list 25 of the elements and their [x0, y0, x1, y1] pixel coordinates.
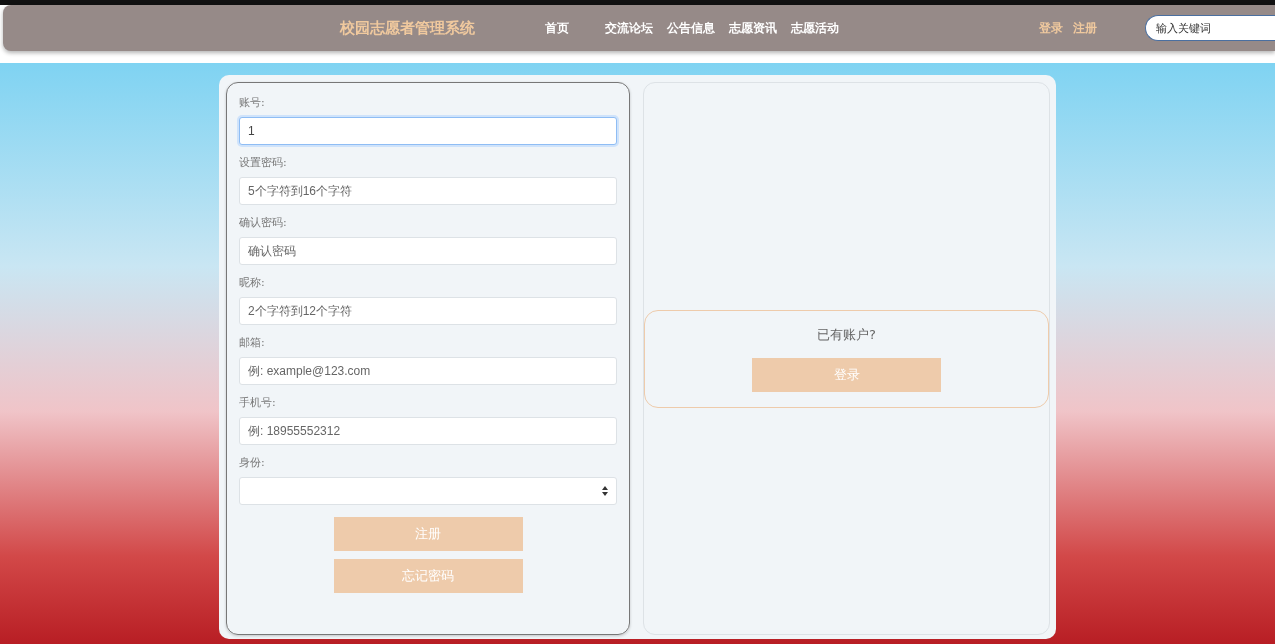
search-field[interactable]: 输入关键词: [1145, 15, 1275, 41]
field-label: 邮箱:: [239, 335, 266, 350]
nav-link[interactable]: 交流论坛: [605, 19, 653, 37]
prompt-text: 已有账户?: [817, 325, 876, 344]
auth-link[interactable]: 登录: [1039, 19, 1063, 37]
nav-link[interactable]: 志愿资讯: [729, 19, 777, 37]
field-label: 设置密码:: [239, 155, 288, 170]
input-field[interactable]: 5个字符到16个字符: [239, 177, 617, 205]
input-field[interactable]: 确认密码: [239, 237, 617, 265]
auth-link[interactable]: 注册: [1073, 19, 1097, 37]
nav-link[interactable]: 首页: [545, 19, 569, 37]
input-field[interactable]: 1: [239, 117, 617, 145]
input-field[interactable]: 例: 18955552312: [239, 417, 617, 445]
nav-link[interactable]: 志愿活动: [791, 19, 839, 37]
nav-link[interactable]: 公告信息: [667, 19, 715, 37]
field-label: 手机号:: [239, 395, 277, 410]
sort-icon: [602, 486, 608, 496]
input-field[interactable]: 2个字符到12个字符: [239, 297, 617, 325]
select-field[interactable]: [239, 477, 617, 505]
field-label: 昵称:: [239, 275, 266, 290]
field-label: 身份:: [239, 455, 266, 470]
input-field[interactable]: 例: example@123.com: [239, 357, 617, 385]
site-title: 校园志愿者管理系统: [340, 18, 476, 38]
field-label: 确认密码:: [239, 215, 288, 230]
field-label: 账号:: [239, 95, 266, 110]
